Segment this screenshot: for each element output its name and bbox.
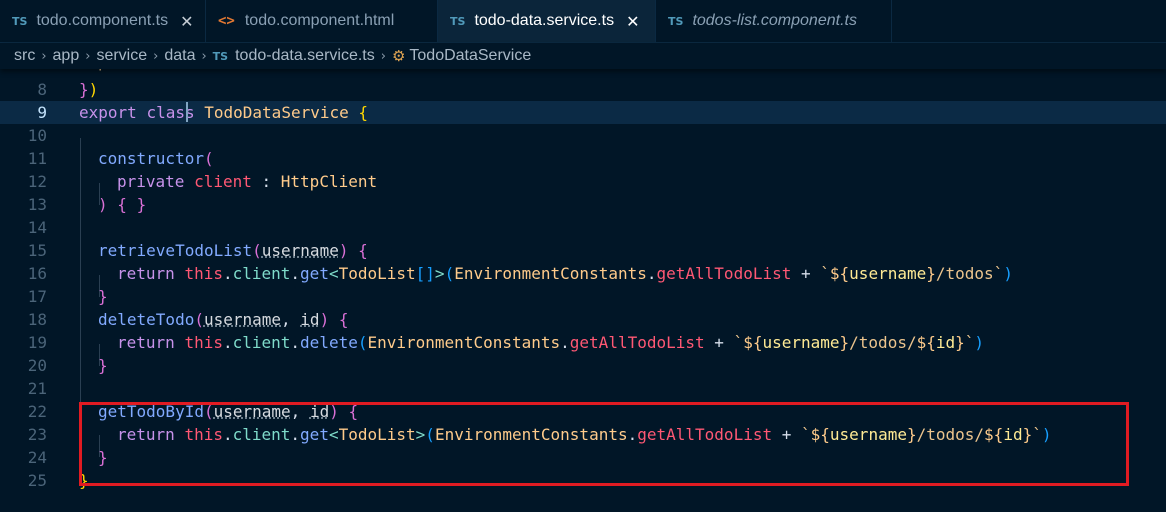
typescript-file-icon: TS [12, 14, 28, 28]
line-number: 11 [27, 149, 47, 168]
line-number: 12 [27, 172, 47, 191]
line-number: 16 [27, 264, 47, 283]
breadcrumb-item-src[interactable]: src [14, 47, 35, 65]
code-line: 8 }) [0, 78, 1166, 101]
breadcrumb-item-file[interactable]: todo-data.service.ts [235, 47, 375, 65]
tab-label: todo.component.ts [36, 12, 169, 29]
code-text: ) { } [98, 195, 147, 214]
close-icon[interactable]: ✕ [180, 12, 193, 31]
typescript-file-icon: TS [668, 14, 684, 28]
code-text: }) [79, 80, 99, 99]
class-symbol-icon: ⚙ [391, 47, 406, 65]
code-text: deleteTodo(username, id) { [98, 310, 349, 329]
code-text: constructor( [98, 149, 214, 168]
breadcrumb-item-symbol[interactable]: TodoDataService [409, 47, 531, 65]
close-icon[interactable]: ✕ [626, 12, 639, 31]
code-line: 18 deleteTodo(username, id) { [0, 308, 1166, 331]
breadcrumb: src › app › service › data › TS todo-dat… [0, 43, 1166, 69]
code-line: 17 } [0, 285, 1166, 308]
breadcrumb-item-service[interactable]: service [96, 47, 147, 65]
code-line: 20 } [0, 354, 1166, 377]
code-text: return this.client.get<TodoList[]>(Envir… [117, 264, 1013, 283]
code-text: private client : HttpClient [117, 172, 378, 191]
tab-label: todo-data.service.ts [474, 12, 615, 29]
code-line: 15 retrieveTodoList(username) { [0, 239, 1166, 262]
code-text: } [98, 356, 108, 375]
html-file-icon: <> [218, 13, 235, 29]
line-number: 25 [27, 471, 47, 490]
line-number: 14 [27, 218, 47, 237]
code-line: 16 return this.client.get<TodoList[]>(En… [0, 262, 1166, 285]
tab-label: todo.component.html [244, 12, 395, 29]
code-text: } [98, 287, 108, 306]
text-cursor [186, 102, 188, 122]
code-text: retrieveTodoList(username) { [98, 241, 368, 260]
code-line: 21 [0, 377, 1166, 400]
line-number: 8 [37, 80, 47, 99]
tab-todo-component-html[interactable]: <> todo.component.html [206, 0, 438, 42]
code-line: 12 private client : HttpClient [0, 170, 1166, 193]
tab-todo-data-service-ts[interactable]: TS todo-data.service.ts ✕ [438, 0, 656, 42]
line-number: 9 [37, 103, 47, 122]
line-number: 20 [27, 356, 47, 375]
tab-label: todos-list.component.ts [692, 12, 857, 29]
chevron-right-icon: › [380, 48, 386, 64]
line-number: 10 [27, 126, 47, 145]
code-line-current: 9 export class TodoDataService { [0, 101, 1166, 124]
breadcrumb-item-app[interactable]: app [53, 47, 80, 65]
line-number: 22 [27, 402, 47, 421]
line-number: 15 [27, 241, 47, 260]
code-line: 13 ) { } [0, 193, 1166, 216]
tab-todos-list-component-ts[interactable]: TS todos-list.component.ts [656, 0, 892, 42]
annotation-highlight-box [79, 402, 1129, 486]
tab-todo-component-ts[interactable]: TS todo.component.ts ✕ [0, 0, 206, 42]
code-line: 11 constructor( [0, 147, 1166, 170]
code-text: return this.client.delete(EnvironmentCon… [117, 333, 985, 352]
code-text: export class TodoDataService { [79, 103, 369, 122]
line-number: 19 [27, 333, 47, 352]
chevron-right-icon: › [41, 48, 47, 64]
chevron-right-icon: › [153, 48, 159, 64]
line-number: 24 [27, 448, 47, 467]
chevron-right-icon: › [201, 48, 207, 64]
editor-tab-bar: TS todo.component.ts ✕ <> todo.component.htm… [0, 0, 1166, 43]
typescript-file-icon: TS [212, 49, 229, 63]
code-line: 10 [0, 124, 1166, 147]
code-line: 19 return this.client.delete(Environment… [0, 331, 1166, 354]
line-number: 23 [27, 425, 47, 444]
typescript-file-icon: TS [450, 14, 466, 28]
code-line: 14 [0, 216, 1166, 239]
line-number: 21 [27, 379, 47, 398]
line-number: 13 [27, 195, 47, 214]
breadcrumb-item-data[interactable]: data [164, 47, 195, 65]
chevron-right-icon: › [85, 48, 91, 64]
line-number: 18 [27, 310, 47, 329]
line-number: 17 [27, 287, 47, 306]
